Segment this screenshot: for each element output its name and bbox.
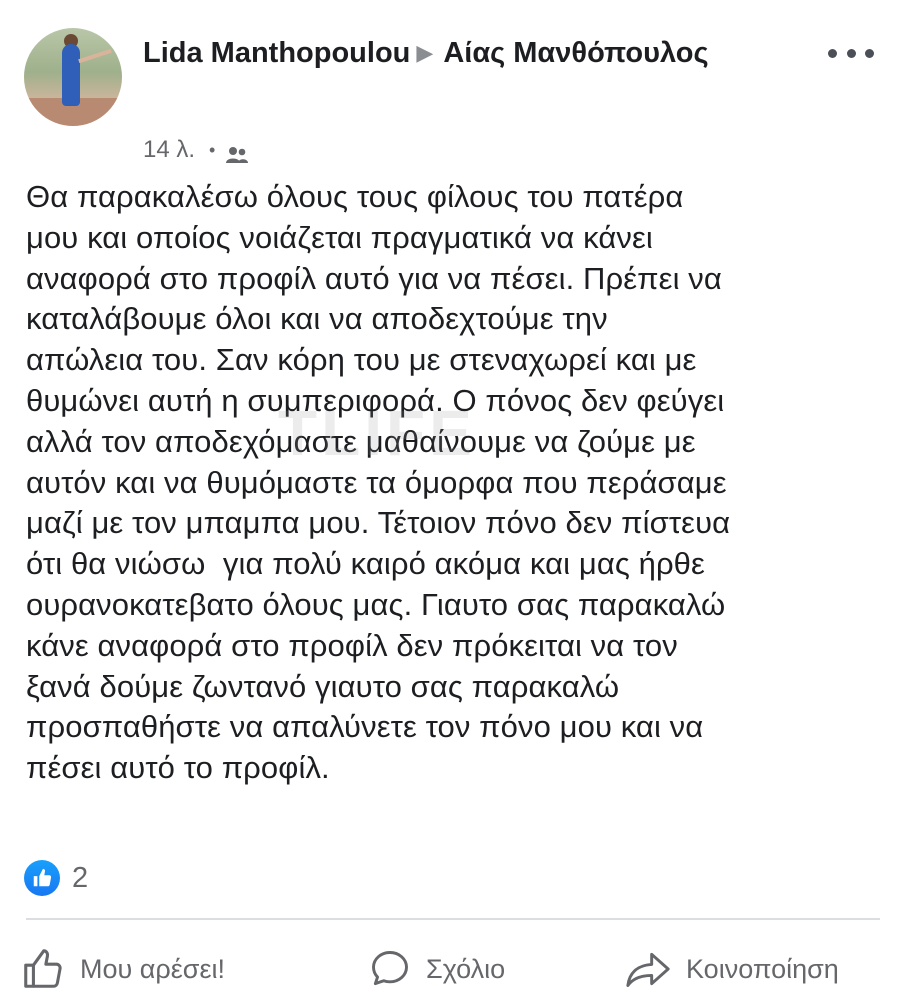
thumbs-up-icon [24,949,62,988]
reaction-summary[interactable]: 2 [24,860,88,896]
avatar-figure-body [62,44,80,106]
like-button[interactable]: Μου αρέσει! [20,936,225,1002]
more-horizontal-icon-dot [846,48,856,58]
reaction-count: 2 [72,862,89,894]
avatar-figure-arm [78,48,112,64]
post-body-text: Θα παρακαλέσω όλους τους φίλους του πατέ… [26,179,731,786]
post-timestamp[interactable]: 14 λ. [143,132,195,168]
comment-button[interactable]: Σχόλιο [368,936,505,1002]
share-arrow-icon [626,952,670,987]
action-divider [26,918,880,920]
comment-label: Σχόλιο [426,953,506,984]
facebook-post: Lida Manthopoulou ▶ Αίας Μανθόπουλος 14 λ.… [0,0,900,1007]
author-avatar[interactable] [24,28,122,126]
more-options-button[interactable] [828,38,874,68]
comment-bubble-icon [372,951,408,986]
like-label: Μου αρέσει! [80,953,225,984]
more-horizontal-icon-dot [828,48,837,58]
right-triangle-icon: ▶ [416,40,434,65]
share-label: Κοινοποίηση [686,953,839,984]
friends-icon[interactable] [225,140,249,163]
post-meta: 14 λ. • [143,132,249,168]
post-header-names: Lida Manthopoulou ▶ Αίας Μανθόπουλος [143,30,783,76]
share-button[interactable]: Κοινοποίηση [624,936,839,1002]
like-reaction-icon [24,860,60,896]
recipient-name[interactable]: Αίας Μανθόπουλος [443,37,708,69]
meta-separator: • [209,140,216,160]
author-name[interactable]: Lida Manthopoulou [143,37,410,69]
more-horizontal-icon-dot [865,48,874,58]
post-action-bar: Μου αρέσει! Σχόλιο Κοινοποίηση [0,936,900,1002]
